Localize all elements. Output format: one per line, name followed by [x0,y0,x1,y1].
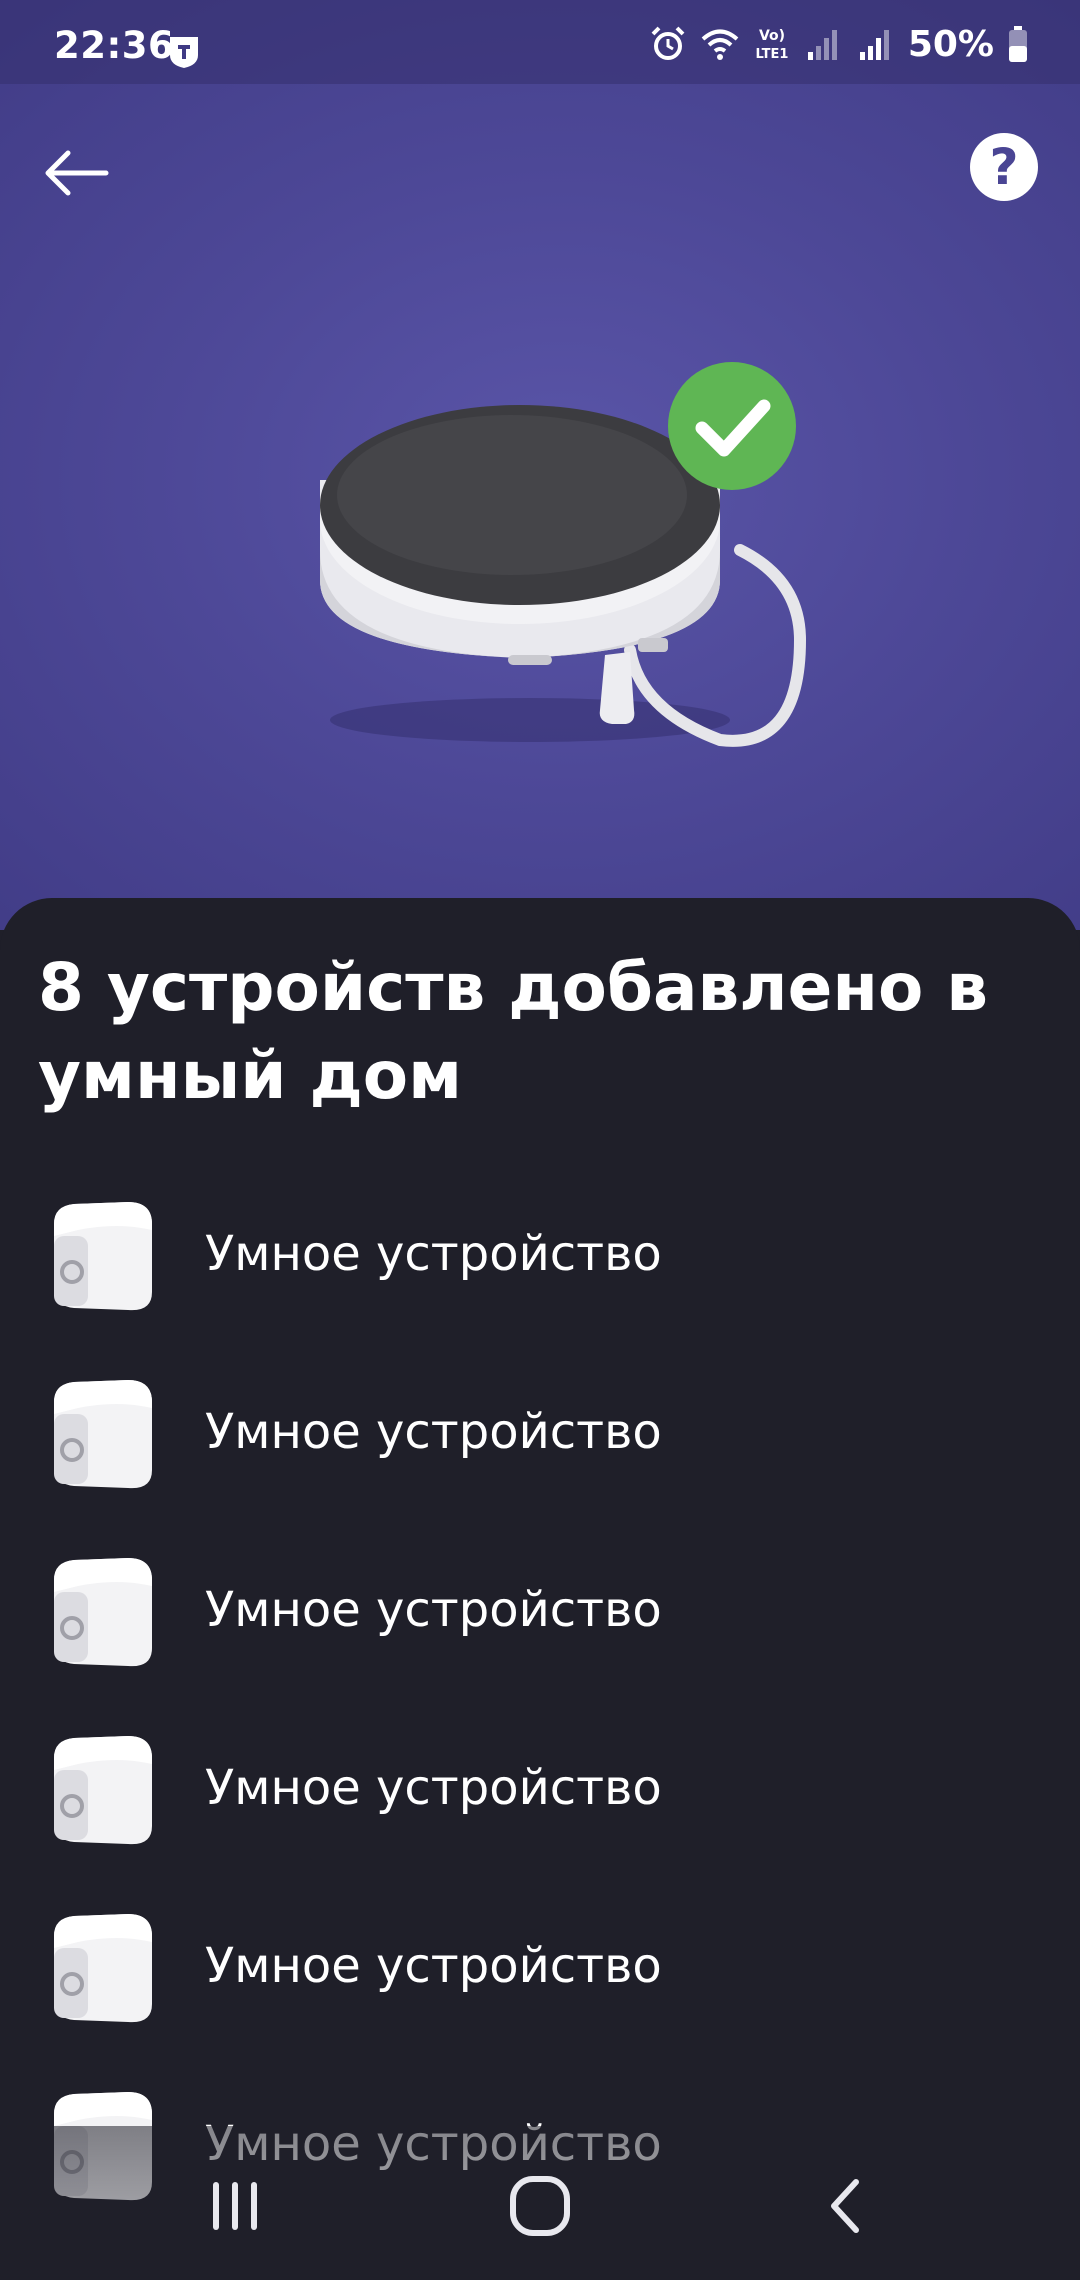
device-list-item[interactable]: Умное устройство [0,1702,1080,1880]
signal-icon [807,30,837,60]
smart-device-icon [54,1202,152,1311]
recent-apps-button[interactable] [190,2156,280,2256]
device-label: Умное устройство [205,1582,662,1638]
device-list-item[interactable]: Умное устройство [0,1880,1080,2058]
help-button[interactable]: ? [970,133,1038,201]
battery-icon [1009,26,1027,62]
signal-icon [859,30,889,60]
volte-icon: Vo) LTE1 [755,28,788,62]
status-icons: Vo) LTE1 50% [648,23,1030,65]
battery-percent: 50% [907,23,994,65]
device-label: Умное устройство [205,1226,662,1282]
status-bar: 22:36 Vo) LTE1 50% [0,0,1080,84]
device-label: Умное устройство [205,1760,662,1816]
smart-device-icon [54,1736,152,1845]
wifi-icon [701,29,739,60]
bottom-sheet: 8 устройств добавлено в умный дом Умное … [0,898,1080,2280]
smart-device-icon [54,1914,152,2023]
device-list-item[interactable]: Умное устройство [0,1346,1080,1524]
smart-device-icon [54,1558,152,1667]
home-icon [510,2176,570,2236]
check-icon [668,362,796,490]
recent-apps-icon [213,2182,257,2230]
svg-text:LTE1: LTE1 [755,47,788,62]
device-label: Умное устройство [205,1404,662,1460]
navigation-bar [0,2126,1080,2280]
status-time: 22:36 [54,24,175,67]
back-icon [831,2179,859,2233]
svg-text:Vo): Vo) [759,28,785,44]
tele2-icon [170,37,198,68]
smart-device-icon [54,1380,152,1489]
device-label: Умное устройство [205,1938,662,1994]
hero-section: 22:36 Vo) LTE1 50% ? [0,0,1080,930]
device-list-item[interactable]: Умное устройство [0,1168,1080,1346]
sheet-title: 8 устройств добавлено в умный дом [38,949,989,1114]
device-list-item[interactable]: Умное устройство [0,1524,1080,1702]
back-button[interactable] [30,128,120,218]
arrow-left-icon [45,150,109,196]
home-button[interactable] [490,2156,590,2256]
system-back-button[interactable] [800,2156,890,2256]
alarm-icon [651,26,685,60]
